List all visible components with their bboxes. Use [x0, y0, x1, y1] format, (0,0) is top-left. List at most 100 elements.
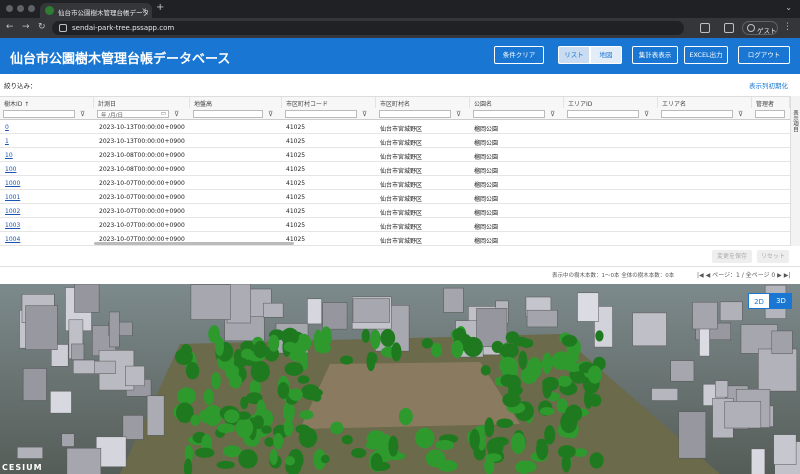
tree-marker[interactable] [351, 447, 367, 458]
tree-marker[interactable] [330, 421, 344, 435]
tree-id-link[interactable]: 1 [5, 138, 9, 145]
forward-icon[interactable]: → [22, 22, 30, 32]
tree-marker[interactable] [178, 355, 188, 365]
clear-conditions-button[interactable]: 条件クリア [494, 46, 544, 64]
tree-marker[interactable] [485, 453, 502, 462]
next-page-icon[interactable]: ▶ [777, 272, 782, 279]
filter-icon[interactable]: ⊽ [738, 110, 743, 118]
tree-marker[interactable] [518, 350, 528, 370]
tree-marker[interactable] [185, 361, 200, 380]
table-row[interactable]: 100 2023-10-08T00:00:00+0900 41025 仙台市宮城野区 榴… [0, 162, 790, 176]
tree-marker[interactable] [595, 330, 604, 342]
table-row[interactable]: 1001 2023-10-07T00:00:00+0900 41025 仙台市宮城野区… [0, 190, 790, 204]
tree-id-link[interactable]: 1004 [5, 236, 20, 243]
tree-marker[interactable] [469, 428, 480, 451]
filter-date-input[interactable]: 年 /月/日 ▭ [97, 110, 169, 119]
tree-marker[interactable] [370, 453, 383, 471]
tree-marker[interactable] [203, 388, 214, 406]
tree-marker[interactable] [176, 387, 197, 405]
window-close-icon[interactable] [6, 5, 13, 12]
table-row[interactable]: 1002 2023-10-07T00:00:00+0900 41025 仙台市宮城野区… [0, 204, 790, 218]
tree-marker[interactable] [216, 460, 235, 469]
tree-marker[interactable] [574, 448, 588, 458]
tree-id-link[interactable]: 1002 [5, 208, 20, 215]
tree-marker[interactable] [484, 417, 495, 438]
browser-menu-icon[interactable]: ⋮ [783, 22, 792, 32]
tree-marker[interactable] [584, 388, 593, 409]
summary-button[interactable]: 集計表表示 [632, 46, 678, 64]
sidepanel-icon[interactable] [724, 23, 734, 33]
browser-tab[interactable]: 仙台市公園樹木管理台帳データ × [40, 3, 152, 18]
reload-icon[interactable]: ↻ [38, 22, 46, 32]
tree-marker[interactable] [502, 392, 521, 408]
tree-marker[interactable] [273, 432, 284, 450]
column-header-area-id[interactable]: エリアID [564, 97, 658, 108]
tree-marker[interactable] [224, 409, 240, 423]
tree-id-link[interactable]: 100 [5, 166, 16, 173]
tree-marker[interactable] [269, 448, 278, 466]
tree-marker[interactable] [542, 376, 559, 391]
map-2d-button[interactable]: 2D [748, 293, 770, 309]
tree-marker[interactable] [539, 407, 555, 416]
filter-input-park-name[interactable] [473, 110, 545, 118]
column-header-city-code[interactable]: 市区町村コード [282, 97, 376, 108]
reset-button[interactable]: リセット [757, 250, 789, 263]
tree-marker[interactable] [365, 440, 383, 450]
tree-marker[interactable] [561, 454, 571, 473]
tree-marker[interactable] [320, 326, 332, 347]
tree-marker[interactable] [500, 374, 516, 388]
tree-marker[interactable] [414, 427, 435, 449]
map-view-button[interactable]: 地図 [590, 46, 622, 64]
tree-marker[interactable] [297, 375, 310, 384]
tree-marker[interactable] [306, 388, 323, 398]
tree-marker[interactable] [240, 396, 249, 410]
tree-marker[interactable] [560, 411, 578, 434]
list-view-button[interactable]: リスト [558, 46, 590, 64]
tree-marker[interactable] [285, 456, 296, 466]
column-header-manager[interactable]: 管理者 [752, 97, 790, 108]
tree-marker[interactable] [510, 432, 526, 455]
table-row[interactable]: 0 2023-10-13T00:00:00+0900 41025 仙台市宮城野区 榴岡公… [0, 120, 790, 134]
column-header-city-name[interactable]: 市区町村名 [376, 97, 470, 108]
tree-marker[interactable] [421, 337, 433, 349]
tree-marker[interactable] [284, 362, 304, 376]
last-page-icon[interactable]: ▶| [784, 272, 791, 279]
column-header-tree-id[interactable]: 樹木ID ↑ [0, 97, 94, 108]
cesium-3d-map[interactable]: 2D 3D CESIUM [0, 284, 800, 474]
tree-marker[interactable] [452, 327, 467, 341]
tree-marker[interactable] [211, 372, 221, 390]
tree-marker[interactable] [398, 407, 413, 426]
tree-marker[interactable] [194, 447, 215, 458]
excel-export-button[interactable]: EXCEL出力 [684, 46, 728, 64]
tree-marker[interactable] [492, 436, 509, 447]
profile-button[interactable]: ゲスト [742, 21, 778, 35]
column-header-area-name[interactable]: エリア名 [658, 97, 752, 108]
new-tab-button[interactable]: + [156, 2, 164, 13]
tree-marker[interactable] [431, 342, 443, 358]
tree-marker[interactable] [313, 329, 323, 351]
tree-marker[interactable] [253, 340, 268, 359]
tree-marker[interactable] [217, 423, 235, 433]
first-page-icon[interactable]: |◀ [697, 272, 704, 279]
tree-marker[interactable] [499, 343, 519, 359]
tree-marker[interactable] [391, 342, 402, 362]
filter-input-manager[interactable] [755, 110, 785, 118]
tree-marker[interactable] [589, 452, 604, 469]
tree-marker[interactable] [361, 328, 370, 343]
filter-icon[interactable]: ⊽ [80, 110, 85, 118]
tree-marker[interactable] [252, 415, 264, 430]
filter-input-area-id[interactable] [567, 110, 639, 118]
tree-marker[interactable] [435, 439, 455, 451]
tree-marker[interactable] [536, 438, 549, 461]
tree-marker[interactable] [264, 437, 274, 447]
tree-marker[interactable] [480, 365, 491, 376]
side-columns-tab[interactable]: 表示項目 [791, 110, 799, 132]
prev-page-icon[interactable]: ◀ [706, 272, 711, 279]
tree-marker[interactable] [238, 449, 258, 469]
filter-input-ground-height[interactable] [193, 110, 263, 118]
tree-marker[interactable] [515, 460, 533, 474]
window-maximize-icon[interactable] [28, 5, 35, 12]
tree-marker[interactable] [222, 445, 242, 458]
tree-marker[interactable] [463, 336, 483, 357]
tree-marker[interactable] [261, 425, 272, 434]
